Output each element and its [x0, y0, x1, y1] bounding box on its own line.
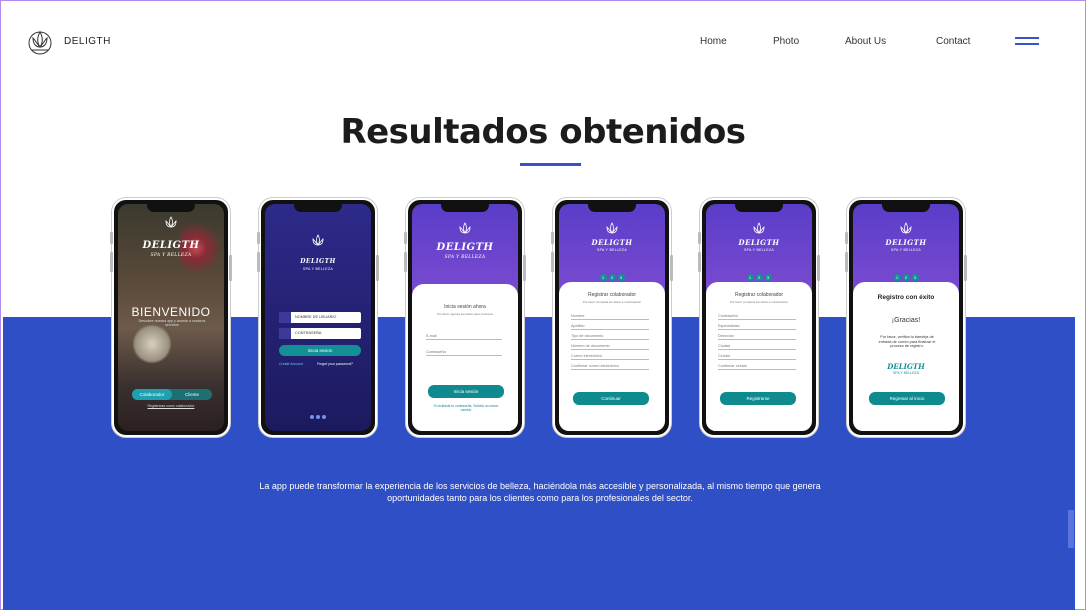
phone-brand: DELIGTH	[300, 258, 336, 265]
step-2: 2	[755, 274, 763, 281]
page-title: Resultados obtenidos	[340, 112, 746, 152]
specialty-field[interactable]: Especialidad	[718, 322, 796, 330]
lotus-icon	[753, 222, 765, 234]
towels-image	[132, 324, 172, 364]
lotus-icon	[900, 222, 912, 234]
page-dots	[265, 406, 371, 424]
phone-subtitle: SPA Y BELLEZA	[744, 248, 774, 252]
login-button[interactable]: Inicia sesión	[428, 385, 504, 398]
password-field[interactable]: CONTRASEÑA	[279, 328, 361, 339]
document-number-field[interactable]: Número de documento	[571, 342, 649, 350]
register-heading: Registrar colaborador	[734, 292, 784, 298]
first-name-field[interactable]: Nombre	[571, 312, 649, 320]
address-field[interactable]: Dirección	[718, 332, 796, 340]
username-field[interactable]: NOMBRE DE USUARIO	[279, 312, 361, 323]
user-icon	[279, 312, 291, 323]
lotus-icon	[606, 222, 618, 234]
register-subheading: Por favor completa los datos a continuac…	[729, 300, 789, 304]
lotus-icon	[312, 234, 324, 246]
nav-home[interactable]: Home	[700, 36, 727, 47]
city-field[interactable]: Ciudad	[718, 342, 796, 350]
collaborator-tab[interactable]: Colaborador	[132, 389, 172, 400]
phone-subtitle: SPA Y BELLEZA	[891, 248, 921, 252]
login-heading: Inicia sesión ahora	[444, 304, 486, 310]
lotus-logo-icon[interactable]	[27, 26, 53, 56]
phone-brand: DELIGTH	[436, 242, 494, 253]
lotus-icon	[165, 216, 177, 228]
welcome-heading: BIENVENIDO	[131, 305, 211, 319]
success-brand: DELIGTH	[887, 362, 925, 371]
username-placeholder: NOMBRE DE USUARIO	[295, 315, 337, 319]
nav-contact[interactable]: Contact	[936, 36, 970, 47]
phone-mockup-login-light: DELIGTH SPA Y BELLEZA Inicia sesión ahor…	[404, 198, 526, 437]
hamburger-menu-icon[interactable]	[1015, 37, 1039, 47]
description-text: La app puede transformar la experiencia …	[259, 481, 821, 503]
password-field[interactable]: Contraseña	[718, 312, 796, 320]
success-card: Registro con éxito ¡Gracias! Por favor, …	[853, 282, 959, 431]
login-card: Inicia sesión ahora Por favor ingresa tu…	[412, 284, 518, 431]
register-heading: Registrar colaborador	[587, 292, 637, 298]
phone-mockup-register-step1: DELIGTH SPA Y BELLEZA 123 Registrar cola…	[551, 198, 673, 437]
step-1: 1	[599, 274, 607, 281]
step-1: 1	[893, 274, 901, 281]
step-3: 3	[764, 274, 772, 281]
forgot-password-link[interactable]: Forgot your password?	[317, 362, 353, 366]
success-heading: Registro con éxito	[877, 294, 935, 301]
email-field[interactable]: E-mail	[426, 332, 502, 340]
register-subheading: Por favor completa los datos a continuac…	[582, 300, 642, 304]
phone-subtitle: SPA Y BELLEZA	[150, 253, 192, 258]
step-2: 2	[608, 274, 616, 281]
phone-subtitle: SPA Y BELLEZA	[444, 255, 486, 260]
back-home-button[interactable]: Regresar al inicio	[869, 392, 945, 405]
forgot-link[interactable]: Si olvidaste tu contraseña, Solicita un …	[430, 404, 502, 412]
phone-mockup-welcome: DELIGTH SPA Y BELLEZA BIENVENIDO Descubr…	[110, 198, 232, 437]
login-subheading: Por favor ingresa tus datos para continu…	[437, 312, 493, 316]
register-link[interactable]: Registrarse como colaborador	[118, 404, 224, 408]
register-card: Registrar colaborador Por favor completa…	[706, 282, 812, 431]
thanks-text: ¡Gracias!	[891, 317, 921, 324]
nav-about-us[interactable]: About Us	[845, 36, 886, 47]
continue-button[interactable]: Continuar	[573, 392, 649, 405]
last-name-field[interactable]: Apellido	[571, 322, 649, 330]
lock-icon	[279, 328, 291, 339]
phone-mockup-login-dark: DELIGTH SPA Y BELLEZA NOMBRE DE USUARIO …	[257, 198, 379, 437]
role-toggle: Colaborador Cliente	[132, 389, 212, 400]
document-type-field[interactable]: Tipo de documento	[571, 332, 649, 340]
phone-field[interactable]: Celular	[718, 352, 796, 360]
phone-mockup-success: DELIGTH SPA Y BELLEZA 123 Registro con é…	[845, 198, 967, 437]
brand-name[interactable]: DELIGTH	[64, 36, 111, 47]
welcome-subtext: Descubre nuestra app y accede a nuestros…	[138, 319, 206, 327]
phone-brand: DELIGTH	[591, 238, 633, 247]
phone-mockup-register-step2: DELIGTH SPA Y BELLEZA 123 Registrar cola…	[698, 198, 820, 437]
register-button[interactable]: Registrarse	[720, 392, 796, 405]
phone-brand: DELIGTH	[738, 238, 780, 247]
nav-photo[interactable]: Photo	[773, 36, 799, 47]
step-1: 1	[746, 274, 754, 281]
register-card: Registrar colaborador Por favor completa…	[559, 282, 665, 431]
password-field[interactable]: Contraseña	[426, 348, 502, 356]
success-brand-sub: SPA Y BELLEZA	[892, 371, 920, 375]
confirm-email-field[interactable]: Confirmar correo electrónico	[571, 362, 649, 370]
email-field[interactable]: Correo electrónico	[571, 352, 649, 360]
client-tab[interactable]: Cliente	[172, 389, 212, 400]
success-message: Por favor, verifica tu bandeja de entrad…	[878, 335, 936, 348]
password-placeholder: CONTRASEÑA	[295, 331, 322, 335]
phone-brand: DELIGTH	[885, 238, 927, 247]
phone-subtitle: SPA Y BELLEZA	[303, 267, 333, 271]
login-button[interactable]: Inicia sesion	[279, 345, 361, 356]
step-3: 3	[911, 274, 919, 281]
scrollbar-thumb[interactable]	[1068, 510, 1074, 548]
create-account-link[interactable]: Create Account	[279, 362, 303, 366]
lotus-icon	[459, 222, 471, 234]
phone-subtitle: SPA Y BELLEZA	[597, 248, 627, 252]
confirm-phone-field[interactable]: Confirmar celular	[718, 362, 796, 370]
title-underline	[520, 163, 581, 166]
phone-brand: DELIGTH	[142, 240, 200, 251]
step-2: 2	[902, 274, 910, 281]
step-3: 3	[617, 274, 625, 281]
